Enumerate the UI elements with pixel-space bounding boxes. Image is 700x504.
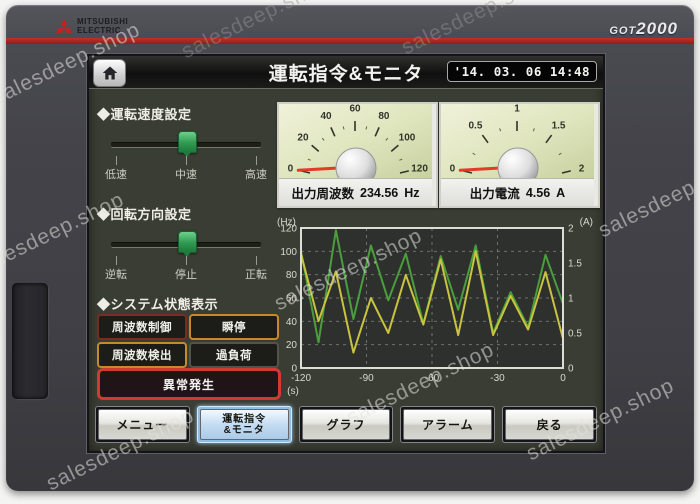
svg-text:-120: -120 (291, 373, 311, 384)
title-bar: 運転指令&モニタ '14. 03. 06 14:48 (89, 56, 603, 89)
alarm-occurred-button[interactable]: 異常発生 (97, 368, 281, 400)
svg-text:2: 2 (568, 224, 574, 235)
meter-unit: Hz (404, 185, 420, 200)
svg-text:2: 2 (579, 164, 585, 175)
meter-name: 出力周波数 (291, 187, 354, 201)
got2000-logo: GOT2000 (609, 19, 678, 38)
tick-mark (116, 156, 117, 165)
svg-text:0: 0 (560, 373, 566, 384)
svg-text:0.5: 0.5 (469, 120, 483, 131)
speed-section-heading: ◆運転速度設定 (97, 107, 192, 122)
svg-text:(Hz): (Hz) (277, 217, 296, 228)
output-current-meter: 0 0.5 1 1.5 2 出力電流 4.56 A (439, 102, 600, 208)
mitsubishi-logo: MITSUBISHI ELECTRIC (56, 17, 128, 35)
three-diamond-icon (56, 19, 72, 33)
svg-text:40: 40 (286, 317, 298, 328)
svg-text:-90: -90 (359, 373, 374, 384)
meter-value: 4.56 (525, 185, 551, 200)
meter-value: 234.56 (360, 185, 399, 200)
svg-text:20: 20 (297, 133, 309, 144)
interface-cover (12, 283, 48, 399)
nav-graph-button[interactable]: グラフ (298, 406, 394, 443)
direction-label-stop: 停止 (175, 269, 197, 281)
svg-text:-60: -60 (425, 373, 440, 384)
status-lamp-frequency-control[interactable]: 周波数制御 (97, 314, 187, 340)
svg-text:60: 60 (286, 294, 298, 305)
trend-chart: 0 20 40 60 80 100 120 0 0.5 1 1.5 2 -120 -90 -60 -30 0 (H… (275, 216, 595, 404)
meter-unit: A (556, 185, 566, 200)
svg-text:0: 0 (568, 364, 574, 375)
speed-label-low: 低速 (105, 169, 127, 181)
svg-text:40: 40 (321, 111, 333, 122)
touch-screen: 運転指令&モニタ '14. 03. 06 14:48 ◆運転速度設定 低速 中速… (87, 54, 605, 453)
svg-text:100: 100 (399, 133, 416, 144)
meter-readout: 出力周波数 234.56 Hz (279, 178, 432, 206)
status-lamp-overload[interactable]: 過負荷 (189, 342, 279, 368)
bezel-red-stripe (6, 38, 694, 44)
svg-text:0: 0 (450, 164, 456, 175)
analog-meter-face: 0 0.5 1 1.5 2 (441, 104, 594, 178)
direction-label-forward: 正転 (245, 269, 267, 281)
svg-text:-30: -30 (490, 373, 505, 384)
nav-back-button[interactable]: 戻る (502, 406, 597, 443)
speed-label-mid: 中速 (175, 169, 197, 181)
svg-text:80: 80 (286, 270, 298, 281)
tick-mark (186, 256, 187, 265)
svg-text:1.5: 1.5 (568, 259, 582, 270)
tick-mark (186, 156, 187, 165)
svg-text:(A): (A) (580, 217, 593, 228)
direction-section-heading: ◆回転方向設定 (97, 207, 192, 222)
bottom-navigation: メニュー 運転指令 &モニタ グラフ アラーム 戻る (89, 406, 603, 443)
svg-text:(s): (s) (287, 386, 299, 397)
status-lamp-momentary-stop[interactable]: 瞬停 (189, 314, 279, 340)
svg-text:0.5: 0.5 (568, 329, 582, 340)
svg-text:80: 80 (378, 111, 390, 122)
svg-text:120: 120 (411, 164, 428, 175)
meter-readout: 出力電流 4.56 A (441, 178, 594, 206)
svg-text:0: 0 (288, 164, 294, 175)
nav-operation-monitor-button[interactable]: 運転指令 &モニタ (196, 406, 292, 443)
nav-menu-button[interactable]: メニュー (95, 406, 190, 443)
speed-slider-handle[interactable] (178, 131, 197, 157)
tick-mark (256, 156, 257, 165)
clock-display: '14. 03. 06 14:48 (446, 61, 597, 82)
speed-label-high: 高速 (245, 169, 267, 181)
svg-text:1: 1 (514, 104, 520, 115)
trend-chart-canvas: 02040608010012000.511.52-120 -90 -60 -30 0(H… (277, 217, 593, 397)
status-lamp-frequency-detect[interactable]: 周波数検出 (97, 342, 187, 368)
output-frequency-meter: 0 20 40 60 80 100 120 出力周波数 234.56 Hz (277, 102, 438, 208)
tick-mark (116, 256, 117, 265)
tick-mark (256, 256, 257, 265)
meter-name: 出力電流 (469, 187, 520, 201)
svg-text:20: 20 (286, 340, 298, 351)
direction-label-reverse: 逆転 (105, 269, 127, 281)
svg-text:100: 100 (280, 247, 297, 258)
home-button[interactable] (93, 59, 126, 87)
svg-text:60: 60 (349, 104, 361, 115)
nav-alarm-button[interactable]: アラーム (400, 406, 496, 443)
status-section-heading: ◆システム状態表示 (97, 297, 219, 312)
analog-meter-face: 0 20 40 60 80 100 120 (279, 104, 432, 178)
svg-text:1: 1 (568, 294, 574, 305)
svg-text:1.5: 1.5 (552, 120, 566, 131)
home-icon (102, 66, 117, 80)
direction-slider-handle[interactable] (178, 231, 197, 257)
brand-text: MITSUBISHI ELECTRIC (77, 17, 129, 35)
